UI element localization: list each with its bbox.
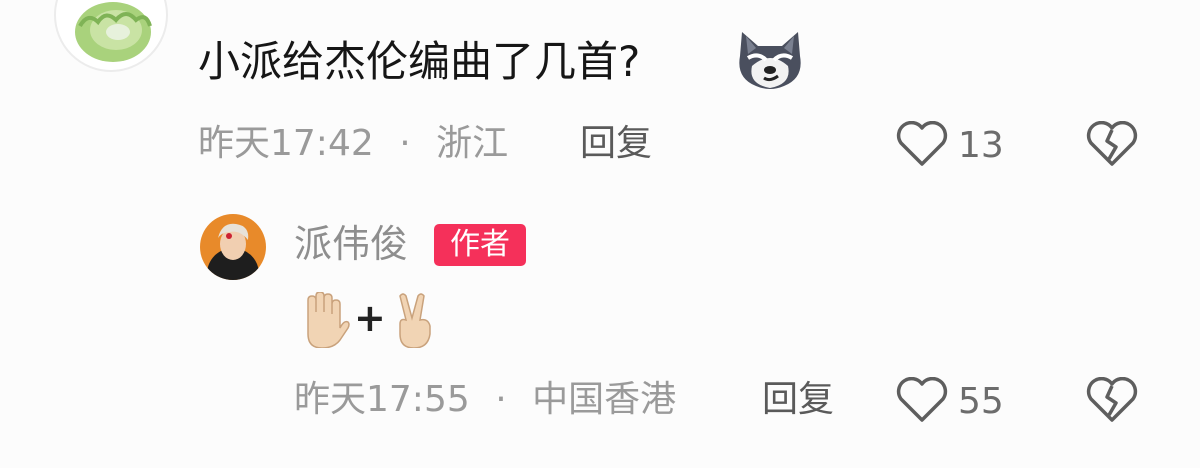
like-button[interactable]: 13 [896,120,1004,171]
meta-separator: · [495,379,507,420]
reply-time: 昨天17:55 [294,379,470,420]
meta-separator: · [399,123,411,164]
reply-location: 中国香港 [532,379,677,420]
plus-sign: + [354,296,386,340]
reply-like-button[interactable]: 55 [896,376,1004,427]
reply-meta: 昨天17:55 · 中国香港 [294,378,676,422]
reply-like-count: 55 [958,381,1004,422]
commenter-avatar[interactable] [54,0,168,72]
reply-reply-button[interactable]: 回复 [762,378,834,422]
like-count: 13 [958,125,1004,166]
broken-heart-icon [1086,376,1138,427]
author-badge: 作者 [434,224,526,266]
reply-button[interactable]: 回复 [580,122,652,166]
victory-hand-emoji-icon [394,292,434,352]
comment-time: 昨天17:42 [198,123,374,164]
author-avatar[interactable] [200,214,266,280]
dislike-button[interactable] [1086,120,1138,171]
wolf-sticker-icon [734,26,806,92]
broken-heart-icon [1086,120,1138,171]
comment-location: 浙江 [436,123,509,164]
raised-hand-emoji-icon [298,291,350,352]
reply-author-name[interactable]: 派伟俊 [294,220,408,268]
comment-thread: 小派给杰伦编曲了几首? 昨天17:42 · 浙江 回复 13 派伟俊 作者 + … [0,0,1200,468]
heart-icon [896,376,948,427]
reply-dislike-button[interactable] [1086,376,1138,427]
heart-icon [896,120,948,171]
commenter-name-cut[interactable] [200,0,352,6]
comment-text: 小派给杰伦编曲了几首? [198,37,641,86]
comment-meta: 昨天17:42 · 浙江 [198,122,508,166]
